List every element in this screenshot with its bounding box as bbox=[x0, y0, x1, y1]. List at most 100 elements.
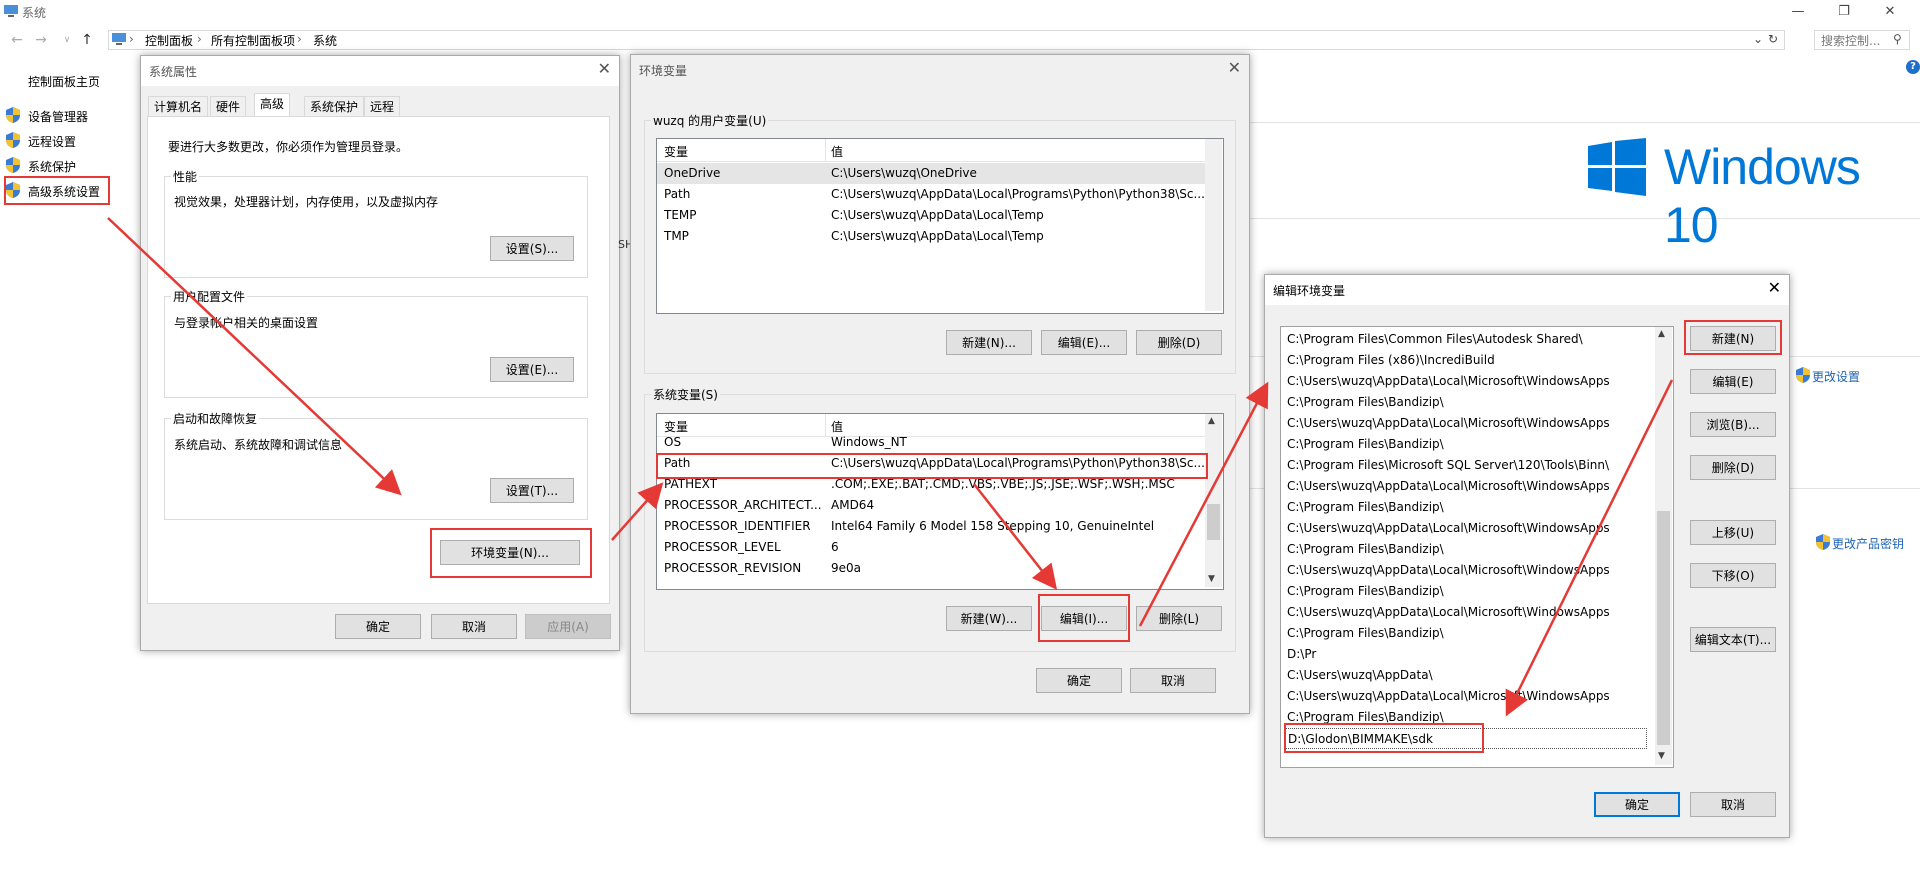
table-row[interactable]: TEMP C:\Users\wuzq\AppData\Local\Temp bbox=[657, 205, 1205, 226]
table-row[interactable]: TMP C:\Users\wuzq\AppData\Local\Temp bbox=[657, 226, 1205, 247]
startup-recovery-desc: 系统启动、系统故障和调试信息 bbox=[174, 438, 343, 452]
annotation-box-env-vars bbox=[430, 528, 592, 578]
control-panel-home-link[interactable]: 控制面板主页 bbox=[28, 73, 100, 90]
column-header-value: 值 bbox=[831, 145, 844, 159]
tab-remote[interactable]: 远程 bbox=[364, 96, 401, 116]
shield-icon bbox=[1796, 367, 1810, 383]
window-title: 系统 bbox=[22, 6, 47, 20]
scroll-up-icon[interactable]: ▲ bbox=[1208, 416, 1215, 426]
performance-desc: 视觉效果，处理器计划，内存使用，以及虚拟内存 bbox=[174, 195, 439, 209]
shield-icon bbox=[1816, 534, 1830, 550]
startup-settings-button[interactable]: 设置(T)... bbox=[490, 478, 574, 503]
annotation-box-edit-button bbox=[1038, 594, 1130, 642]
scrollbar[interactable] bbox=[1205, 139, 1222, 311]
control-panel-icon bbox=[112, 33, 126, 45]
startup-recovery-group: 启动和故障恢复 bbox=[164, 410, 588, 520]
dropdown-chevron-icon[interactable]: ⌄ bbox=[1753, 32, 1763, 46]
path-browse-button[interactable]: 浏览(B)... bbox=[1690, 412, 1776, 437]
user-delete-button[interactable]: 删除(D) bbox=[1136, 330, 1222, 355]
help-icon[interactable]: ? bbox=[1906, 60, 1920, 74]
system-new-button[interactable]: 新建(W)... bbox=[946, 606, 1032, 631]
close-icon[interactable]: ✕ bbox=[1228, 58, 1241, 77]
user-variables-list[interactable]: 变量 值 OneDrive C:\Users\wuzq\OneDrive Path… bbox=[656, 138, 1224, 314]
windows-10-logo-text: Windows 10 bbox=[1664, 139, 1861, 253]
computer-icon bbox=[4, 5, 18, 17]
tab-advanced[interactable]: 高级 bbox=[254, 93, 291, 117]
ok-button[interactable]: 确定 bbox=[1594, 792, 1680, 817]
refresh-icon[interactable]: ↻ bbox=[1768, 32, 1778, 46]
path-delete-button[interactable]: 删除(D) bbox=[1690, 455, 1776, 480]
up-arrow-icon[interactable]: ↑ bbox=[76, 30, 98, 50]
divider bbox=[1250, 122, 1920, 123]
edit-text-button[interactable]: 编辑文本(T)... bbox=[1690, 627, 1776, 652]
annotation-box-new-path bbox=[1284, 723, 1484, 753]
search-icon: ⚲ bbox=[1893, 32, 1902, 46]
table-row[interactable]: PROCESSOR_IDENTIFIER Intel64 Family 6 Mod… bbox=[657, 516, 1205, 537]
path-entries-list[interactable]: C:\Program Files\Common Files\Autodesk S… bbox=[1280, 326, 1674, 768]
restore-button[interactable]: ❐ bbox=[1822, 2, 1866, 22]
device-manager-link[interactable]: 设备管理器 bbox=[28, 108, 88, 125]
back-arrow-icon[interactable]: ← bbox=[6, 30, 28, 50]
table-row[interactable]: PROCESSOR_ARCHITECT... AMD64 bbox=[657, 495, 1205, 516]
dialog-title: 编辑环境变量 bbox=[1273, 284, 1346, 298]
admin-note: 要进行大多数更改，你必须作为管理员登录。 bbox=[168, 140, 409, 154]
table-row[interactable]: PROCESSOR_LEVEL 6 bbox=[657, 537, 1205, 558]
dialog-title: 系统属性 bbox=[149, 65, 198, 79]
shield-icon bbox=[6, 157, 20, 173]
user-new-button[interactable]: 新建(N)... bbox=[946, 330, 1032, 355]
close-window-button[interactable]: ✕ bbox=[1868, 2, 1912, 22]
user-profile-desc: 与登录帐户相关的桌面设置 bbox=[174, 316, 319, 330]
window-titlebar: 系统 — ❐ ✕ bbox=[0, 0, 1920, 24]
performance-group: 性能 bbox=[164, 168, 588, 278]
system-delete-button[interactable]: 删除(L) bbox=[1136, 606, 1222, 631]
move-up-button[interactable]: 上移(U) bbox=[1690, 520, 1776, 545]
remote-settings-link[interactable]: 远程设置 bbox=[28, 133, 76, 150]
close-icon[interactable]: ✕ bbox=[1768, 278, 1781, 297]
annotation-box-advanced-settings bbox=[4, 176, 110, 205]
table-row[interactable]: PROCESSOR_REVISION 9e0a bbox=[657, 558, 1205, 579]
table-row[interactable]: OneDrive C:\Users\wuzq\OneDrive bbox=[657, 163, 1205, 184]
table-row[interactable]: Path C:\Users\wuzq\AppData\Local\Programs… bbox=[657, 184, 1205, 205]
close-icon[interactable]: ✕ bbox=[598, 59, 611, 78]
table-row[interactable]: OS Windows_NT bbox=[657, 432, 1205, 453]
scrollbar[interactable]: ▲ ▼ bbox=[1205, 414, 1222, 587]
scrollbar[interactable]: ▲ ▼ bbox=[1655, 327, 1672, 765]
cancel-button[interactable]: 取消 bbox=[1130, 668, 1216, 693]
system-protection-link[interactable]: 系统保护 bbox=[28, 158, 76, 175]
tab-hardware[interactable]: 硬件 bbox=[210, 96, 247, 116]
scrollbar-thumb[interactable] bbox=[1207, 504, 1220, 540]
tab-system-protection[interactable]: 系统保护 bbox=[304, 96, 365, 116]
scroll-down-icon[interactable]: ▼ bbox=[1208, 574, 1215, 584]
cancel-button[interactable]: 取消 bbox=[431, 614, 517, 639]
forward-arrow-icon[interactable]: → bbox=[30, 30, 52, 50]
change-settings-link[interactable]: 更改设置 bbox=[1812, 368, 1860, 385]
breadcrumb-control-panel[interactable]: 控制面板 bbox=[145, 32, 193, 49]
move-down-button[interactable]: 下移(O) bbox=[1690, 563, 1776, 588]
annotation-box-new-button bbox=[1684, 320, 1782, 355]
system-variables-list[interactable]: 变量 值 OS Windows_NT Path C:\Users\wuzq\AppD… bbox=[656, 413, 1224, 590]
apply-button[interactable]: 应用(A) bbox=[525, 614, 611, 639]
path-edit-button[interactable]: 编辑(E) bbox=[1690, 369, 1776, 394]
annotation-box-path-row bbox=[656, 453, 1208, 479]
scroll-down-icon[interactable]: ▼ bbox=[1658, 751, 1665, 761]
ok-button[interactable]: 确定 bbox=[335, 614, 421, 639]
search-input[interactable]: 搜索控制... ⚲ bbox=[1814, 30, 1910, 50]
minimize-button[interactable]: — bbox=[1776, 2, 1820, 22]
scroll-up-icon[interactable]: ▲ bbox=[1658, 329, 1665, 339]
dialog-title: 环境变量 bbox=[639, 64, 688, 78]
breadcrumb[interactable]: › 控制面板 › 所有控制面板项 › 系统 ⌄ ↻ bbox=[108, 30, 1785, 50]
tab-computer-name[interactable]: 计算机名 bbox=[148, 96, 209, 116]
user-profile-settings-button[interactable]: 设置(E)... bbox=[490, 357, 574, 382]
user-edit-button[interactable]: 编辑(E)... bbox=[1041, 330, 1127, 355]
change-product-key-link[interactable]: 更改产品密钥 bbox=[1832, 535, 1904, 552]
recent-chevron-icon[interactable]: ∨ bbox=[56, 30, 78, 50]
shield-icon bbox=[6, 132, 20, 148]
ok-button[interactable]: 确定 bbox=[1036, 668, 1122, 693]
shield-icon bbox=[6, 107, 20, 123]
cancel-button[interactable]: 取消 bbox=[1690, 792, 1776, 817]
breadcrumb-all-items[interactable]: 所有控制面板项 bbox=[211, 32, 295, 49]
performance-settings-button[interactable]: 设置(S)... bbox=[490, 236, 574, 261]
breadcrumb-system[interactable]: 系统 bbox=[313, 32, 337, 49]
windows-logo-icon bbox=[1588, 138, 1646, 196]
scrollbar-thumb[interactable] bbox=[1657, 511, 1670, 745]
